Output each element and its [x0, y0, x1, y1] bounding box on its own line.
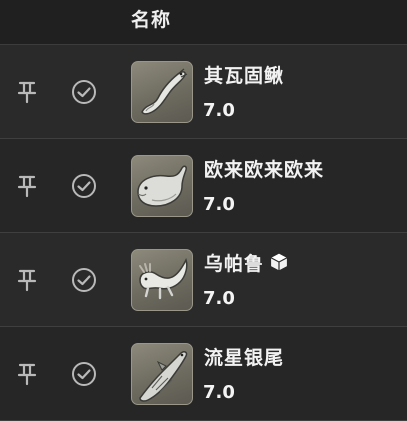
- item-name: 流星银尾: [204, 347, 285, 369]
- check-circle-icon[interactable]: [71, 361, 97, 387]
- item-value: 7.0: [203, 100, 235, 121]
- pin-icon[interactable]: [16, 268, 38, 292]
- list-item[interactable]: 其瓦固鳅 7.0: [0, 45, 407, 139]
- silver-tail-fish-icon: [131, 343, 193, 405]
- check-circle-icon[interactable]: [71, 173, 97, 199]
- pin-icon[interactable]: [16, 174, 38, 198]
- item-name: 欧来欧来欧来: [204, 159, 325, 181]
- cube-badge-icon: [269, 252, 289, 272]
- loach-fish-icon: [131, 61, 193, 123]
- axolotl-icon: [131, 249, 193, 311]
- list-item[interactable]: 乌帕鲁 7.0: [0, 233, 407, 327]
- item-name-text: 乌帕鲁: [204, 253, 265, 275]
- list-item[interactable]: 欧来欧来欧来 7.0: [0, 139, 407, 233]
- list-header: 名称: [0, 0, 407, 45]
- check-circle-icon[interactable]: [71, 267, 97, 293]
- name-column-header[interactable]: 名称: [131, 5, 171, 32]
- pin-icon[interactable]: [16, 80, 38, 104]
- item-value: 7.0: [203, 288, 235, 309]
- item-value: 7.0: [203, 382, 235, 403]
- item-name: 乌帕鲁: [204, 249, 290, 276]
- item-value: 7.0: [203, 194, 235, 215]
- item-name: 其瓦固鳅: [204, 65, 285, 87]
- pufferfish-icon: [131, 155, 193, 217]
- pin-icon[interactable]: [16, 362, 38, 386]
- check-circle-icon[interactable]: [71, 79, 97, 105]
- list-item[interactable]: 流星银尾 7.0: [0, 327, 407, 421]
